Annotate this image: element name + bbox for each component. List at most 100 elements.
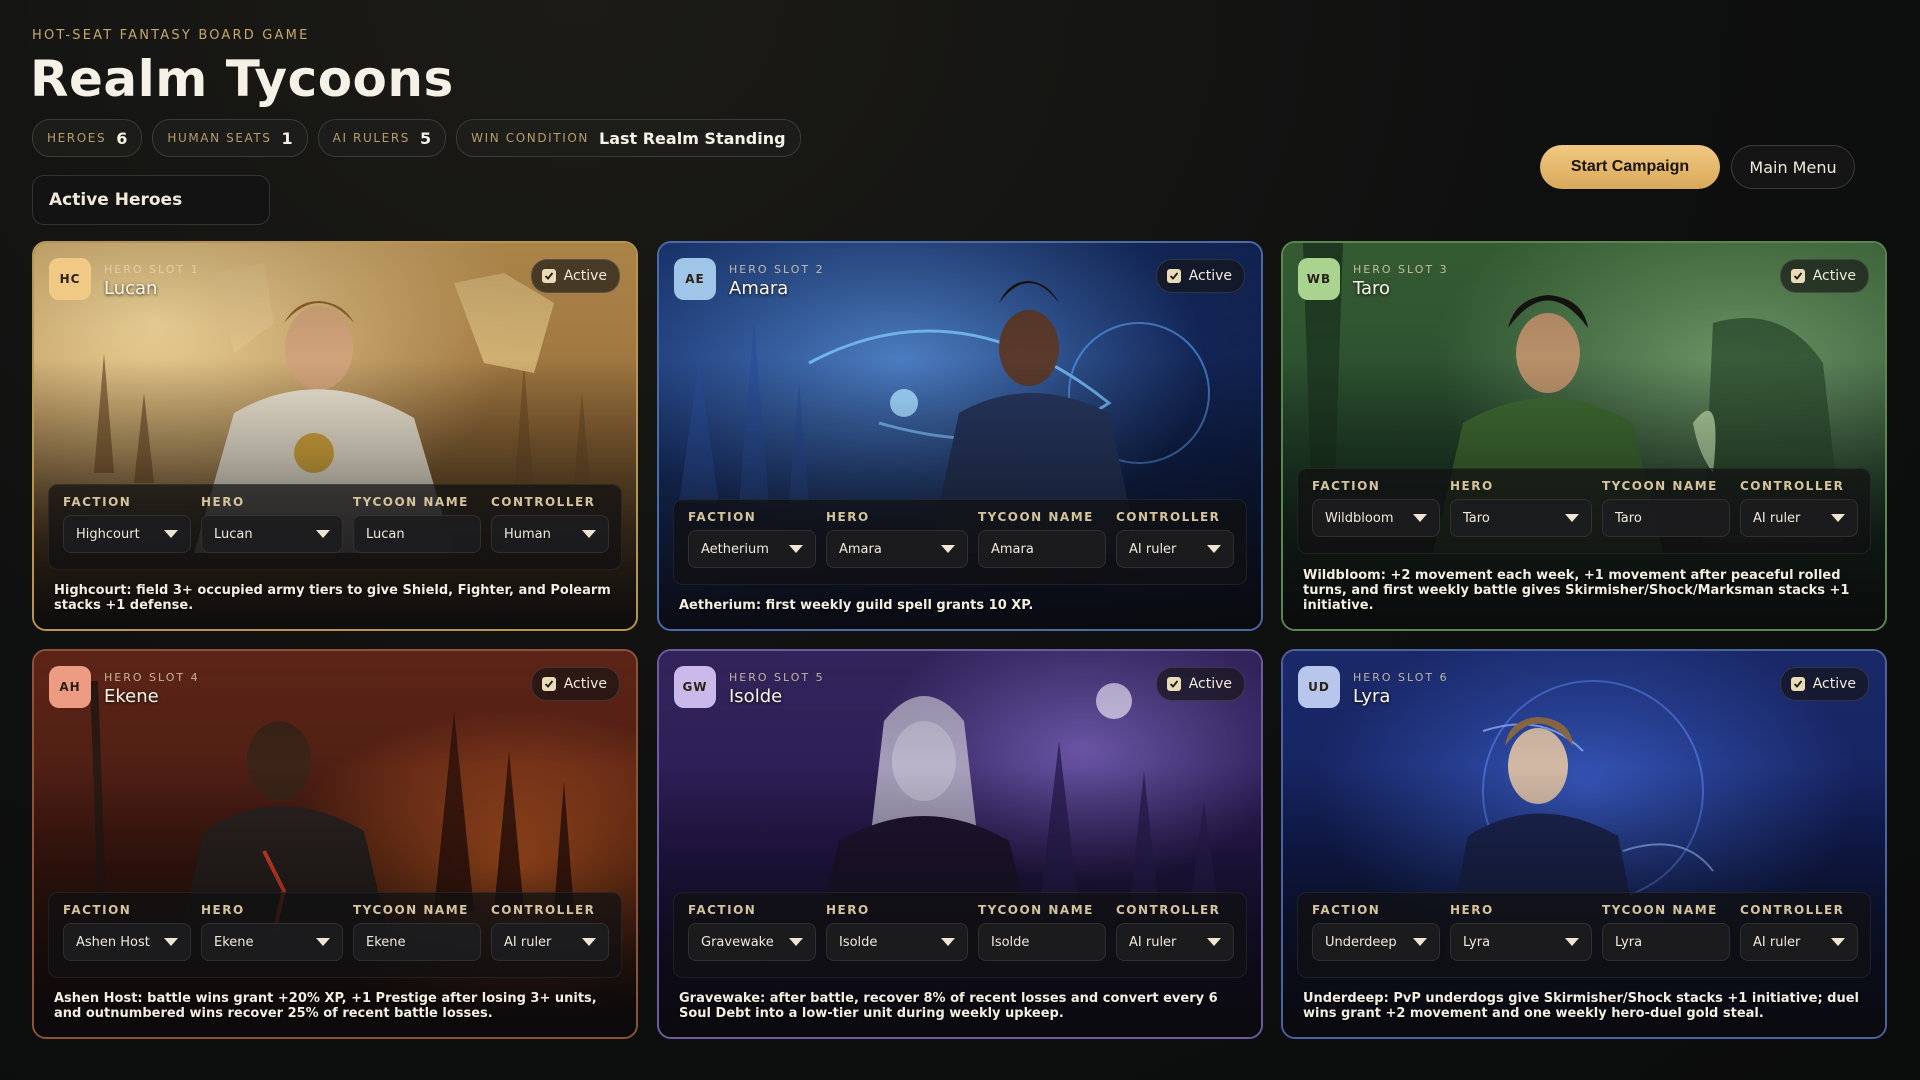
chevron-down-icon	[1207, 938, 1221, 946]
tycoon-name-input[interactable]: Lucan	[353, 515, 481, 553]
active-toggle[interactable]: Active	[530, 259, 620, 293]
controller-select[interactable]: AI ruler	[1116, 530, 1234, 568]
hero-slot-label: HERO SLOT 5	[729, 671, 825, 684]
active-toggle[interactable]: Active	[1779, 259, 1869, 293]
tycoon-name-input[interactable]: Lyra	[1602, 923, 1730, 961]
faction-select[interactable]: Highcourt	[63, 515, 191, 553]
faction-value: Gravewake	[701, 934, 774, 950]
faction-description: Highcourt: field 3+ occupied army tiers …	[54, 583, 611, 613]
start-campaign-button[interactable]: Start Campaign	[1540, 145, 1720, 189]
active-toggle[interactable]: Active	[1155, 667, 1245, 701]
hero-name: Ekene	[104, 686, 159, 707]
chevron-down-icon	[316, 938, 330, 946]
controller-value: AI ruler	[504, 934, 552, 950]
stat-heroes: HEROES 6	[32, 119, 143, 157]
controller-label: CONTROLLER	[1116, 903, 1221, 917]
tycoon-name-input[interactable]: Ekene	[353, 923, 481, 961]
hero-name: Amara	[729, 278, 789, 299]
controller-select[interactable]: AI ruler	[1740, 923, 1858, 961]
tycoon-name-value: Isolde	[991, 934, 1030, 950]
main-menu-button[interactable]: Main Menu	[1731, 145, 1855, 189]
chevron-down-icon	[164, 530, 178, 538]
hero-value: Ekene	[214, 934, 254, 950]
chevron-down-icon	[1831, 514, 1845, 522]
hero-label: HERO	[1450, 479, 1494, 493]
hero-card-5: GW HERO SLOT 5 Isolde Active FACTION HER…	[657, 649, 1263, 1039]
active-toggle[interactable]: Active	[1779, 667, 1869, 701]
checkbox-checked-icon[interactable]	[541, 677, 556, 691]
hero-card-4: AH HERO SLOT 4 Ekene Active FACTION HERO…	[32, 649, 638, 1039]
chevron-down-icon	[1207, 545, 1221, 553]
faction-select[interactable]: Wildbloom	[1312, 499, 1440, 537]
faction-label: FACTION	[1312, 903, 1381, 917]
card-shade	[34, 651, 636, 1037]
controller-label: CONTROLLER	[491, 495, 596, 509]
controller-value: AI ruler	[1129, 541, 1177, 557]
hero-name: Lyra	[1353, 686, 1391, 707]
controller-select[interactable]: AI ruler	[1116, 923, 1234, 961]
checkbox-checked-icon[interactable]	[1790, 269, 1805, 283]
hero-select[interactable]: Lyra	[1450, 923, 1592, 961]
hero-config-panel: FACTION HERO TYCOON NAME CONTROLLER Grav…	[673, 892, 1247, 978]
hero-name: Isolde	[729, 686, 783, 707]
hero-name: Taro	[1353, 278, 1391, 299]
stats-bar: HEROES 6 HUMAN SEATS 1 AI RULERS 5 WIN C…	[32, 119, 801, 157]
hero-select[interactable]: Amara	[826, 530, 968, 568]
stat-win-condition: WIN CONDITION Last Realm Standing	[456, 119, 801, 157]
hero-select[interactable]: Taro	[1450, 499, 1592, 537]
faction-select[interactable]: Gravewake	[688, 923, 816, 961]
hero-select[interactable]: Lucan	[201, 515, 343, 553]
chevron-down-icon	[582, 530, 596, 538]
tycoon-name-label: TYCOON NAME	[353, 495, 469, 509]
faction-description: Aetherium: first weekly guild spell gran…	[679, 598, 1034, 613]
checkbox-checked-icon[interactable]	[1166, 269, 1181, 283]
checkbox-checked-icon[interactable]	[1166, 677, 1181, 691]
tycoon-name-value: Taro	[1615, 510, 1642, 526]
hero-slot-label: HERO SLOT 3	[1353, 263, 1449, 276]
hero-label: HERO	[201, 495, 245, 509]
tycoon-name-input[interactable]: Taro	[1602, 499, 1730, 537]
stat-label: HEROES	[47, 131, 107, 145]
hero-slot-label: HERO SLOT 2	[729, 263, 825, 276]
page-title: Realm Tycoons	[30, 50, 454, 108]
stat-value: 6	[116, 128, 128, 148]
hero-card-3: WB HERO SLOT 3 Taro Active FACTION HERO …	[1281, 241, 1887, 631]
checkbox-checked-icon[interactable]	[1790, 677, 1805, 691]
tycoon-name-input[interactable]: Isolde	[978, 923, 1106, 961]
faction-badge: UD	[1298, 666, 1340, 708]
active-label: Active	[563, 676, 607, 692]
chevron-down-icon	[1831, 938, 1845, 946]
controller-select[interactable]: Human	[491, 515, 609, 553]
hero-select[interactable]: Ekene	[201, 923, 343, 961]
hero-name: Lucan	[104, 278, 158, 299]
controller-value: Human	[504, 526, 551, 542]
faction-description: Wildbloom: +2 movement each week, +1 mov…	[1303, 568, 1850, 613]
tycoon-name-input[interactable]: Amara	[978, 530, 1106, 568]
faction-select[interactable]: Underdeep	[1312, 923, 1440, 961]
faction-select[interactable]: Ashen Host	[63, 923, 191, 961]
faction-label: FACTION	[1312, 479, 1381, 493]
faction-label: FACTION	[688, 903, 757, 917]
hero-value: Lucan	[214, 526, 253, 542]
hero-select[interactable]: Isolde	[826, 923, 968, 961]
faction-label: FACTION	[63, 903, 132, 917]
active-label: Active	[1188, 268, 1232, 284]
hero-slot-label: HERO SLOT 6	[1353, 671, 1449, 684]
controller-select[interactable]: AI ruler	[1740, 499, 1858, 537]
active-toggle[interactable]: Active	[1155, 259, 1245, 293]
faction-value: Underdeep	[1325, 934, 1397, 950]
stat-ai-rulers: AI RULERS 5	[317, 119, 447, 157]
hero-config-panel: FACTION HERO TYCOON NAME CONTROLLER Wild…	[1297, 468, 1871, 554]
faction-badge: AE	[674, 258, 716, 300]
stat-label: HUMAN SEATS	[167, 131, 272, 145]
chevron-down-icon	[1413, 514, 1427, 522]
stat-value: 5	[419, 128, 432, 148]
hero-label: HERO	[1450, 903, 1494, 917]
faction-select[interactable]: Aetherium	[688, 530, 816, 568]
active-heroes-tab[interactable]: Active Heroes	[32, 175, 270, 225]
controller-select[interactable]: AI ruler	[491, 923, 609, 961]
active-label: Active	[1188, 676, 1232, 692]
checkbox-checked-icon[interactable]	[541, 269, 556, 283]
hero-config-panel: FACTION HERO TYCOON NAME CONTROLLER Unde…	[1297, 892, 1871, 978]
active-toggle[interactable]: Active	[530, 667, 620, 701]
